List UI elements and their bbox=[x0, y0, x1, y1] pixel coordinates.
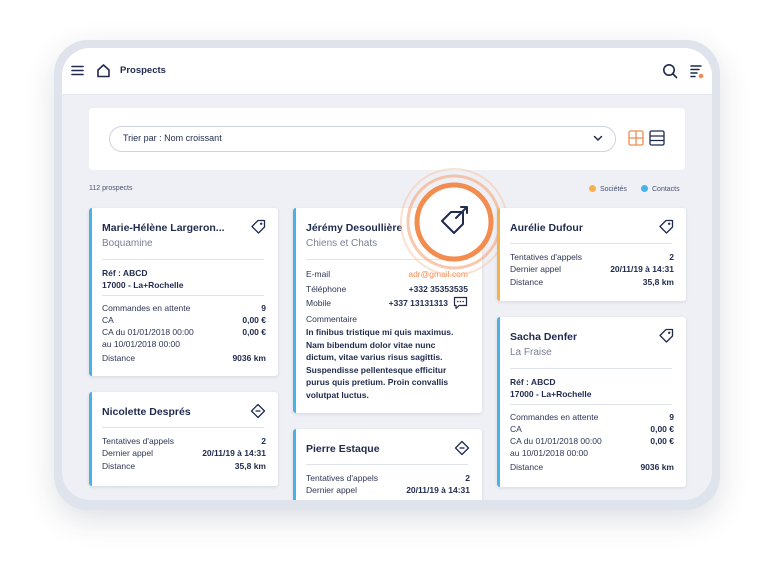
sort-label: Trier par : Nom croissant bbox=[123, 133, 222, 143]
app-screen: Prospects Trier par : Nom croissant 112 … bbox=[62, 48, 712, 500]
divider bbox=[510, 404, 672, 405]
info-label: Commandes en attente bbox=[102, 303, 191, 313]
menu-icon[interactable] bbox=[71, 65, 84, 76]
info-value: 9 bbox=[669, 412, 674, 422]
divider bbox=[306, 464, 468, 465]
prospect-card[interactable]: Nicolette Després Tentatives d'appels 2 … bbox=[89, 392, 278, 486]
mobile-label: Mobile bbox=[306, 298, 332, 308]
divider bbox=[102, 295, 264, 296]
info-label: Commandes en attente bbox=[510, 412, 599, 422]
prospect-card[interactable]: Pierre Estaque Tentatives d'appels 2 Der… bbox=[293, 429, 482, 500]
info-label: au 10/01/2018 00:00 bbox=[510, 448, 588, 458]
page-title: Prospects bbox=[120, 65, 166, 76]
list-view-icon[interactable] bbox=[649, 130, 665, 146]
info-value: 2 bbox=[261, 436, 266, 446]
info-value: 0,00 € bbox=[650, 436, 674, 446]
tag-icon[interactable] bbox=[658, 328, 674, 344]
prospect-count: 112 prospects bbox=[89, 185, 133, 192]
info-value: 2 bbox=[669, 252, 674, 262]
comment-label: Commentaire bbox=[306, 314, 358, 324]
info-label: Distance bbox=[102, 461, 136, 471]
info-label: Distance bbox=[102, 353, 136, 363]
comment-text: In finibus tristique mi quis maximus. Na… bbox=[306, 327, 454, 400]
info-label: CA du 01/01/2018 00:00 bbox=[102, 327, 194, 337]
city: 17000 - La+Rochelle bbox=[510, 389, 592, 399]
prospect-card[interactable]: Sacha Denfer La Fraise Réf : ABCD 17000 … bbox=[497, 317, 686, 487]
info-value: 0,00 € bbox=[242, 327, 266, 337]
info-label: Dernier appel bbox=[102, 448, 154, 458]
company-name: Chiens et Chats bbox=[306, 238, 378, 249]
prospect-card[interactable]: Marie-Hélène Largeron... Boquamine Réf :… bbox=[89, 208, 278, 376]
company-name: Boquamine bbox=[102, 238, 153, 249]
info-value: 20/11/19 à 14:31 bbox=[610, 264, 674, 274]
prospect-card[interactable]: Aurélie Dufour Tentatives d'appels 2 Der… bbox=[497, 208, 686, 301]
top-bar: Prospects bbox=[62, 48, 712, 95]
contact-name: Nicolette Després bbox=[102, 406, 191, 418]
divider bbox=[510, 243, 672, 244]
info-label: Distance bbox=[510, 462, 544, 472]
email-label: E-mail bbox=[306, 269, 331, 279]
legend-companies: Sociétés bbox=[589, 185, 627, 193]
filter-list-icon[interactable] bbox=[690, 64, 704, 79]
info-label: Tentatives d'appels bbox=[510, 252, 583, 262]
tag-icon[interactable] bbox=[658, 219, 674, 235]
contact-name: Marie-Hélène Largeron... bbox=[102, 222, 225, 234]
info-label: Dernier appel bbox=[306, 485, 358, 495]
company-name: La Fraise bbox=[510, 347, 552, 358]
contact-name: Aurélie Dufour bbox=[510, 222, 583, 234]
info-label: CA bbox=[510, 424, 522, 434]
grid-view-icon[interactable] bbox=[628, 130, 644, 146]
message-icon[interactable] bbox=[453, 296, 468, 310]
info-label: CA du 01/01/2018 00:00 bbox=[510, 436, 602, 446]
legend-contacts: Contacts bbox=[641, 185, 680, 193]
tag-icon[interactable] bbox=[454, 440, 470, 456]
info-value: 2 bbox=[465, 473, 470, 483]
info-label: Dernier appel bbox=[510, 264, 562, 274]
chevron-down-icon bbox=[593, 135, 603, 142]
tag-icon[interactable] bbox=[250, 403, 266, 419]
contact-name: Pierre Estaque bbox=[306, 443, 380, 455]
sort-panel: Trier par : Nom croissant bbox=[89, 108, 685, 170]
info-label: Tentatives d'appels bbox=[306, 473, 379, 483]
home-icon[interactable] bbox=[96, 63, 111, 78]
info-value: 9 bbox=[261, 303, 266, 313]
info-value: 9036 km bbox=[640, 462, 674, 472]
divider bbox=[102, 427, 264, 428]
share-tag-icon[interactable] bbox=[438, 206, 470, 238]
contact-name: Jérémy Desoullière bbox=[306, 222, 403, 234]
info-value: 0,00 € bbox=[242, 315, 266, 325]
info-value: 20/11/19 à 14:31 bbox=[406, 485, 470, 495]
sort-select[interactable]: Trier par : Nom croissant bbox=[109, 126, 616, 152]
info-value: 0,00 € bbox=[650, 424, 674, 434]
phone-label: Téléphone bbox=[306, 284, 347, 294]
mobile-value[interactable]: +337 13131313 bbox=[389, 298, 448, 308]
divider bbox=[102, 259, 264, 260]
info-label: Tentatives d'appels bbox=[102, 436, 175, 446]
tag-icon[interactable] bbox=[250, 219, 266, 235]
info-value: 35,8 km bbox=[234, 461, 266, 471]
info-value: 9036 km bbox=[232, 353, 266, 363]
phone-value[interactable]: +332 35353535 bbox=[409, 284, 468, 294]
reference: Réf : ABCD bbox=[510, 377, 556, 387]
search-icon[interactable] bbox=[662, 63, 678, 79]
info-label: CA bbox=[102, 315, 114, 325]
info-label: Distance bbox=[510, 277, 544, 287]
contact-name: Sacha Denfer bbox=[510, 331, 578, 343]
divider bbox=[510, 368, 672, 369]
info-value: 20/11/19 à 14:31 bbox=[202, 448, 266, 458]
reference: Réf : ABCD bbox=[102, 268, 148, 278]
info-value: 35,8 km bbox=[642, 277, 674, 287]
info-label: au 10/01/2018 00:00 bbox=[102, 339, 180, 349]
city: 17000 - La+Rochelle bbox=[102, 280, 184, 290]
